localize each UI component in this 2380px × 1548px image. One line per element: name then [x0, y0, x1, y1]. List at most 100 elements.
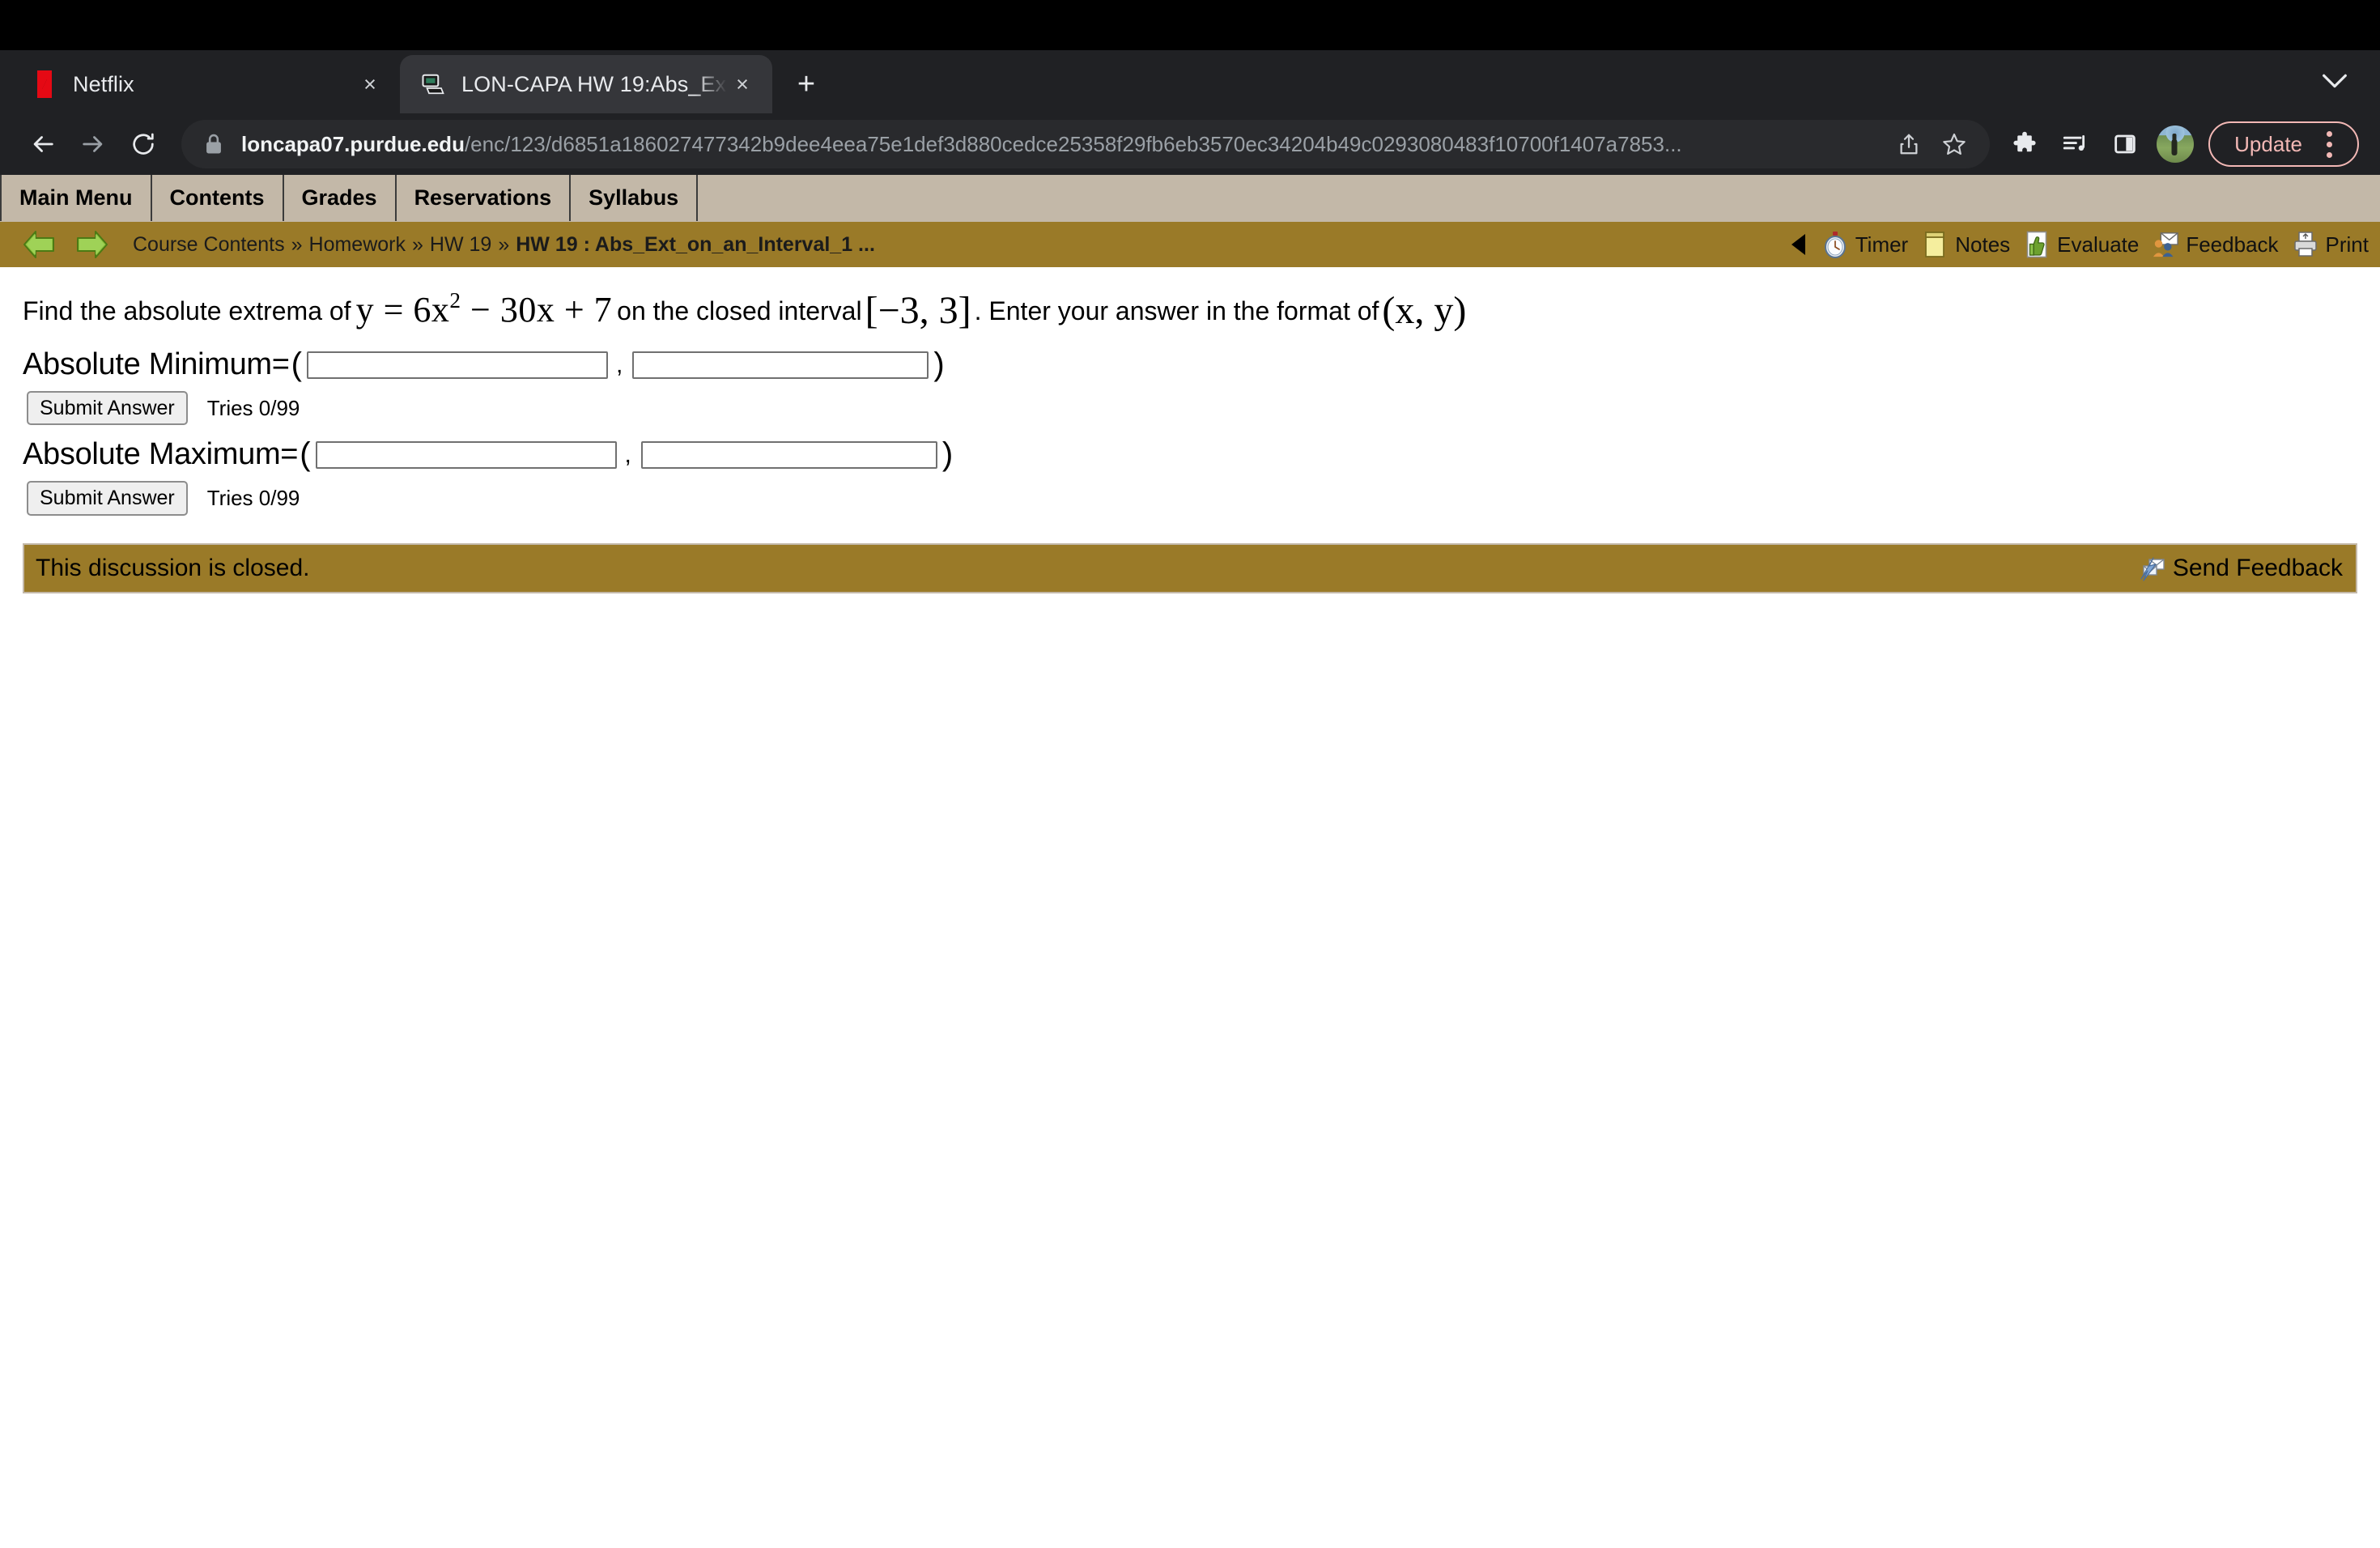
breadcrumb-separator: »	[412, 232, 423, 256]
close-icon[interactable]: ×	[355, 69, 385, 100]
update-button-label: Update	[2234, 131, 2302, 156]
menu-item-contents[interactable]: Contents	[152, 175, 284, 221]
submit-row-maximum: Submit Answer Tries 0/99	[0, 473, 2380, 516]
forward-arrow-icon[interactable]	[68, 119, 118, 169]
equation-equals: =	[383, 290, 404, 330]
left-triangle-icon[interactable]	[1791, 234, 1805, 255]
browser-toolbar: loncapa07.purdue.edu/enc/123/d6851a18602…	[0, 113, 2380, 175]
tries-counter-minimum: Tries 0/99	[206, 395, 300, 420]
open-paren: (	[300, 436, 311, 473]
back-arrow-icon[interactable]	[18, 119, 68, 169]
tool-notes[interactable]: Notes	[1921, 231, 2010, 258]
loncapa-menu-bar: Main Menu Contents Grades Reservations S…	[0, 175, 2380, 222]
side-panel-icon[interactable]	[2100, 119, 2150, 169]
stopwatch-icon	[1821, 231, 1849, 258]
thumbs-up-icon	[2023, 231, 2051, 258]
lock-icon	[204, 133, 227, 155]
music-list-icon[interactable]	[2050, 119, 2100, 169]
tool-label: Evaluate	[2057, 232, 2140, 257]
minimum-y-input[interactable]	[632, 351, 929, 379]
comma-separator: ,	[615, 351, 623, 378]
problem-statement: Find the absolute extrema of y = 6x2 − 30…	[0, 282, 2380, 335]
answer-label-maximum: Absolute Maximum=	[23, 437, 299, 472]
comma-separator: ,	[624, 440, 631, 468]
menu-item-syllabus[interactable]: Syllabus	[571, 175, 699, 221]
minimum-x-input[interactable]	[306, 351, 608, 379]
menu-item-grades[interactable]: Grades	[284, 175, 397, 221]
breadcrumb-item-hw19[interactable]: HW 19	[430, 233, 491, 256]
tool-label: Notes	[1955, 232, 2011, 257]
breadcrumb-separator: »	[291, 232, 303, 256]
tool-label: Feedback	[2186, 232, 2279, 257]
omnibox-actions	[1886, 119, 1977, 169]
tries-counter-maximum: Tries 0/99	[206, 485, 300, 510]
loncapa-page: Main Menu Contents Grades Reservations S…	[0, 175, 2380, 593]
statement-text-before: Find the absolute extrema of	[23, 296, 351, 325]
problem-body: Find the absolute extrema of y = 6x2 − 30…	[0, 267, 2380, 593]
new-tab-button[interactable]: +	[784, 62, 829, 107]
tool-evaluate[interactable]: Evaluate	[2023, 231, 2139, 258]
submit-row-minimum: Submit Answer Tries 0/99	[0, 383, 2380, 426]
url-path: /enc/123/d6851a186027477342b9dee4eea75e1…	[464, 131, 1682, 156]
equation-term-b: − 30x + 7	[470, 290, 613, 330]
breadcrumb: Course Contents» Homework» HW 19» HW 19 : A…	[133, 233, 1791, 257]
answer-row-minimum: Absolute Minimum= ( , )	[0, 335, 2380, 383]
send-feedback-label: Send Feedback	[2172, 554, 2343, 581]
tool-print[interactable]: Print	[2292, 231, 2369, 258]
send-feedback-button[interactable]: Send Feedback	[2139, 555, 2343, 582]
menu-bar-filler	[698, 175, 2380, 221]
green-right-arrow-icon[interactable]	[74, 228, 110, 261]
close-paren: )	[933, 347, 945, 382]
browser-tab-netflix[interactable]: Netflix ×	[11, 55, 400, 113]
printer-icon	[2292, 231, 2319, 258]
netflix-logo-icon	[31, 70, 58, 98]
close-icon[interactable]: ×	[727, 69, 758, 100]
green-left-arrow-icon[interactable]	[21, 228, 57, 261]
update-button[interactable]: Update	[2208, 121, 2359, 167]
breadcrumb-separator: »	[498, 232, 510, 256]
avatar[interactable]	[2157, 125, 2195, 163]
computer-monitor-icon	[419, 70, 447, 98]
loncapa-tool-bar: Timer Notes Evaluate Feedback Print	[1791, 231, 2369, 258]
feedback-envelope-icon	[2152, 231, 2179, 258]
discussion-bar: This discussion is closed. Send Feedback	[23, 542, 2357, 593]
equation-term-a: 6x	[413, 290, 450, 330]
maximum-x-input[interactable]	[315, 440, 617, 469]
answer-label-minimum: Absolute Minimum=	[23, 347, 290, 381]
tool-feedback[interactable]: Feedback	[2152, 231, 2279, 258]
submit-answer-button-minimum[interactable]: Submit Answer	[27, 391, 188, 426]
breadcrumb-current: HW 19 : Abs_Ext_on_an_Interval_1 ...	[516, 232, 875, 256]
notepad-icon	[1921, 231, 1949, 258]
url-domain: loncapa07.purdue.edu	[241, 131, 465, 156]
menu-item-main-menu[interactable]: Main Menu	[0, 175, 152, 221]
answer-row-maximum: Absolute Maximum= ( , )	[0, 425, 2380, 473]
share-icon[interactable]	[1886, 119, 1932, 169]
loncapa-breadcrumb-bar: Course Contents» Homework» HW 19» HW 19 : A…	[0, 222, 2380, 267]
equation-y: y	[355, 290, 375, 330]
tab-strip: Netflix × LON-CAPA HW 19:Abs_Ext_on × +	[0, 50, 2380, 113]
browser-tab-loncapa[interactable]: LON-CAPA HW 19:Abs_Ext_on ×	[400, 55, 772, 113]
statement-text-middle: on the closed interval	[617, 296, 862, 325]
kebab-menu-icon[interactable]	[2312, 127, 2346, 161]
tool-label: Timer	[1855, 232, 1909, 257]
puzzle-piece-icon[interactable]	[2000, 119, 2050, 169]
interval: [−3, 3]	[865, 289, 971, 332]
equation-exponent: 2	[449, 288, 461, 313]
breadcrumb-item-homework[interactable]: Homework	[309, 233, 406, 256]
maximum-y-input[interactable]	[640, 440, 937, 469]
browser-chrome: Netflix × LON-CAPA HW 19:Abs_Ext_on × +	[0, 0, 2380, 175]
chevron-down-icon[interactable]	[2320, 66, 2349, 96]
close-paren: )	[941, 436, 954, 473]
reload-icon[interactable]	[118, 119, 168, 169]
statement-text-after: . Enter your answer in the format of	[974, 296, 1379, 325]
equation: y = 6x2 − 30x + 7	[351, 288, 618, 330]
breadcrumb-item-course-contents[interactable]: Course Contents	[133, 233, 285, 256]
submit-answer-button-maximum[interactable]: Submit Answer	[27, 481, 188, 516]
menu-item-reservations[interactable]: Reservations	[397, 175, 572, 221]
tool-timer[interactable]: Timer	[1821, 231, 1908, 258]
send-feedback-icon	[2139, 555, 2166, 582]
address-bar[interactable]: loncapa07.purdue.edu/enc/123/d6851a18602…	[181, 119, 1991, 169]
star-icon[interactable]	[1932, 119, 1977, 169]
open-paren: (	[291, 347, 302, 382]
tab-title: LON-CAPA HW 19:Abs_Ext_on	[461, 71, 727, 96]
